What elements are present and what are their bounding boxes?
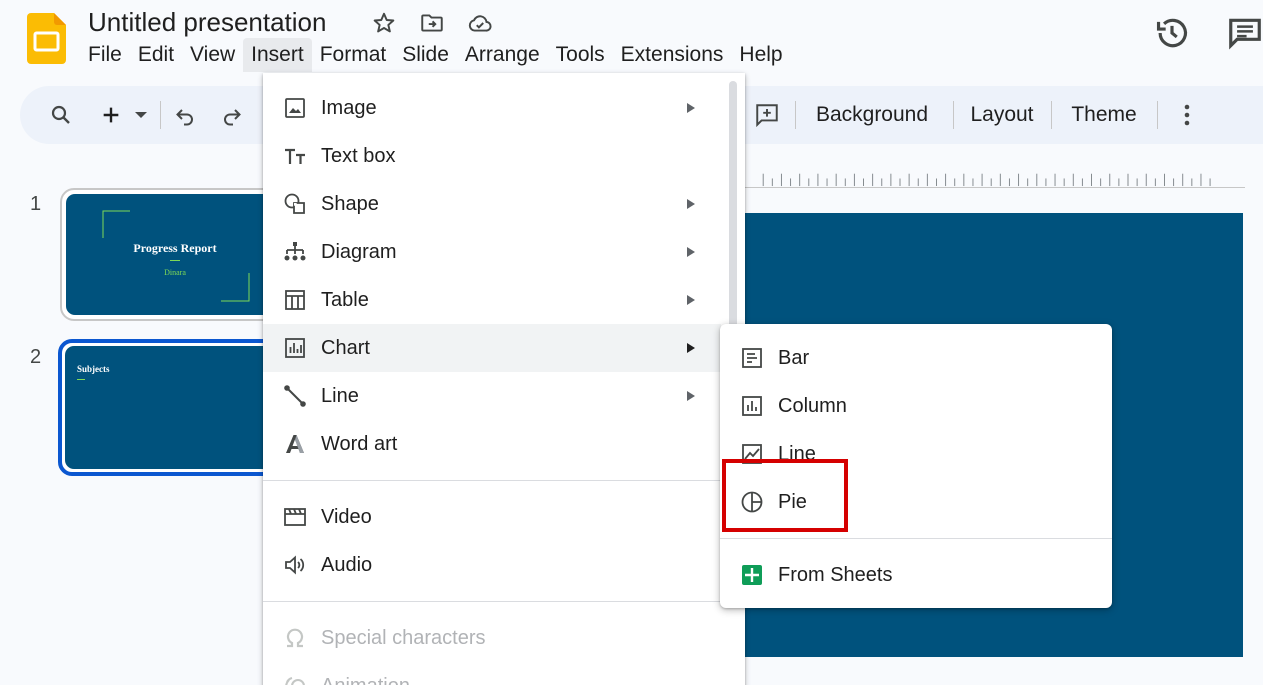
corner-decoration [102, 210, 130, 238]
menu-format[interactable]: Format [312, 38, 395, 72]
menu-divider [263, 601, 745, 602]
slide-number: 2 [30, 346, 42, 368]
column-chart-icon [742, 396, 762, 416]
chart-icon [285, 338, 305, 358]
new-slide-plus-icon[interactable] [96, 86, 126, 144]
menu-slide[interactable]: Slide [394, 38, 457, 72]
submenu-item-bar[interactable]: Bar [720, 334, 1112, 382]
search-icon[interactable] [42, 86, 80, 144]
submenu-divider [720, 538, 1112, 539]
menu-item-special-characters[interactable]: Special characters [263, 614, 721, 662]
menu-item-label: Word art [321, 432, 398, 455]
menu-item-label: Text box [321, 144, 396, 167]
menu-item-label: Video [321, 505, 372, 528]
background-label: Background [815, 103, 929, 126]
submenu-item-column[interactable]: Column [720, 382, 1112, 430]
menu-item-animation[interactable]: Animation [263, 662, 721, 685]
slide-title: Progress Report [133, 241, 217, 255]
line-icon [284, 385, 306, 407]
slides-logo-icon[interactable] [27, 13, 66, 64]
menu-item-label: Table [321, 288, 369, 311]
menu-item-label: Special characters [321, 626, 486, 649]
submenu-arrow-icon [687, 295, 695, 305]
menu-item-diagram[interactable]: Diagram [263, 228, 721, 276]
document-title[interactable]: Untitled presentation [88, 7, 326, 38]
menu-item-line[interactable]: Line [263, 372, 721, 420]
layout-label: Layout [970, 103, 1034, 126]
version-history-icon[interactable] [1153, 14, 1191, 52]
menu-item-label: Audio [321, 553, 373, 576]
more-vert-icon[interactable] [1175, 86, 1199, 144]
menu-item-label: Diagram [321, 240, 397, 263]
highlight-annotation [722, 459, 848, 532]
add-comment-icon[interactable] [751, 86, 783, 144]
shape-icon [284, 193, 305, 214]
submenu-arrow-icon [687, 343, 695, 353]
menu-item-label: Chart [321, 336, 370, 359]
slide-title: Subjects [77, 364, 110, 374]
image-icon [285, 98, 305, 118]
text-box-icon [285, 148, 305, 164]
submenu-arrow-icon [687, 391, 695, 401]
submenu-item-from-sheets[interactable]: From Sheets [720, 551, 1112, 599]
slide-number: 1 [30, 193, 42, 215]
submenu-arrow-icon [687, 247, 695, 257]
slide-thumbnail-1[interactable]: Progress Report Dinara [60, 188, 290, 321]
submenu-item-label: Column [778, 395, 847, 417]
menu-edit[interactable]: Edit [130, 38, 182, 72]
menu-item-table[interactable]: Table [263, 276, 721, 324]
diagram-icon [284, 242, 306, 261]
move-folder-icon[interactable] [419, 10, 445, 36]
theme-button[interactable]: Theme [1066, 86, 1142, 144]
menu-item-word-art[interactable]: Word art [263, 420, 721, 468]
menu-arrange[interactable]: Arrange [457, 38, 548, 72]
menu-item-text-box[interactable]: Text box [263, 132, 721, 180]
slide-subtitle: Dinara [164, 268, 186, 277]
menu-item-audio[interactable]: Audio [263, 541, 721, 589]
menu-view[interactable]: View [182, 38, 243, 72]
audio-icon [285, 555, 305, 575]
insert-menu-dropdown: Image Text box Shape Diagram Table Chart… [263, 73, 745, 685]
menu-help[interactable]: Help [731, 38, 790, 72]
horizontal-ruler[interactable] [745, 168, 1245, 188]
menubar: File Edit View Insert Format Slide Arran… [80, 38, 791, 72]
menu-item-label: Line [321, 384, 359, 407]
menu-divider [263, 480, 745, 481]
redo-icon[interactable] [217, 86, 247, 144]
cloud-saved-icon[interactable] [467, 10, 493, 36]
menu-extensions[interactable]: Extensions [613, 38, 732, 72]
video-icon [284, 508, 306, 526]
star-icon[interactable] [371, 10, 397, 36]
slide-thumbnail-2[interactable]: Subjects [58, 339, 292, 476]
menu-file[interactable]: File [80, 38, 130, 72]
bar-chart-icon [742, 348, 762, 368]
new-slide-dropdown-icon[interactable] [130, 86, 152, 144]
menu-item-label: Animation [321, 675, 410, 685]
menu-item-label: Shape [321, 192, 379, 215]
table-icon [285, 290, 305, 310]
layout-button[interactable]: Layout [965, 86, 1039, 144]
submenu-arrow-icon [687, 199, 695, 209]
menu-item-chart[interactable]: Chart [263, 324, 721, 372]
menu-item-label: Image [321, 96, 377, 119]
undo-icon[interactable] [170, 86, 200, 144]
submenu-item-label: Bar [778, 347, 810, 369]
background-button[interactable]: Background [810, 86, 934, 144]
menu-item-video[interactable]: Video [263, 493, 721, 541]
comments-icon[interactable] [1226, 14, 1263, 52]
submenu-item-label: From Sheets [778, 564, 893, 586]
theme-label: Theme [1071, 103, 1137, 126]
animation-icon [285, 677, 305, 685]
menu-tools[interactable]: Tools [548, 38, 613, 72]
word-art-icon [286, 435, 304, 453]
sheets-icon [742, 565, 762, 585]
submenu-arrow-icon [687, 103, 695, 113]
menu-scrollbar[interactable] [729, 81, 737, 337]
omega-icon [286, 628, 304, 648]
menu-item-image[interactable]: Image [263, 84, 721, 132]
menu-item-shape[interactable]: Shape [263, 180, 721, 228]
menu-insert[interactable]: Insert [243, 38, 312, 72]
